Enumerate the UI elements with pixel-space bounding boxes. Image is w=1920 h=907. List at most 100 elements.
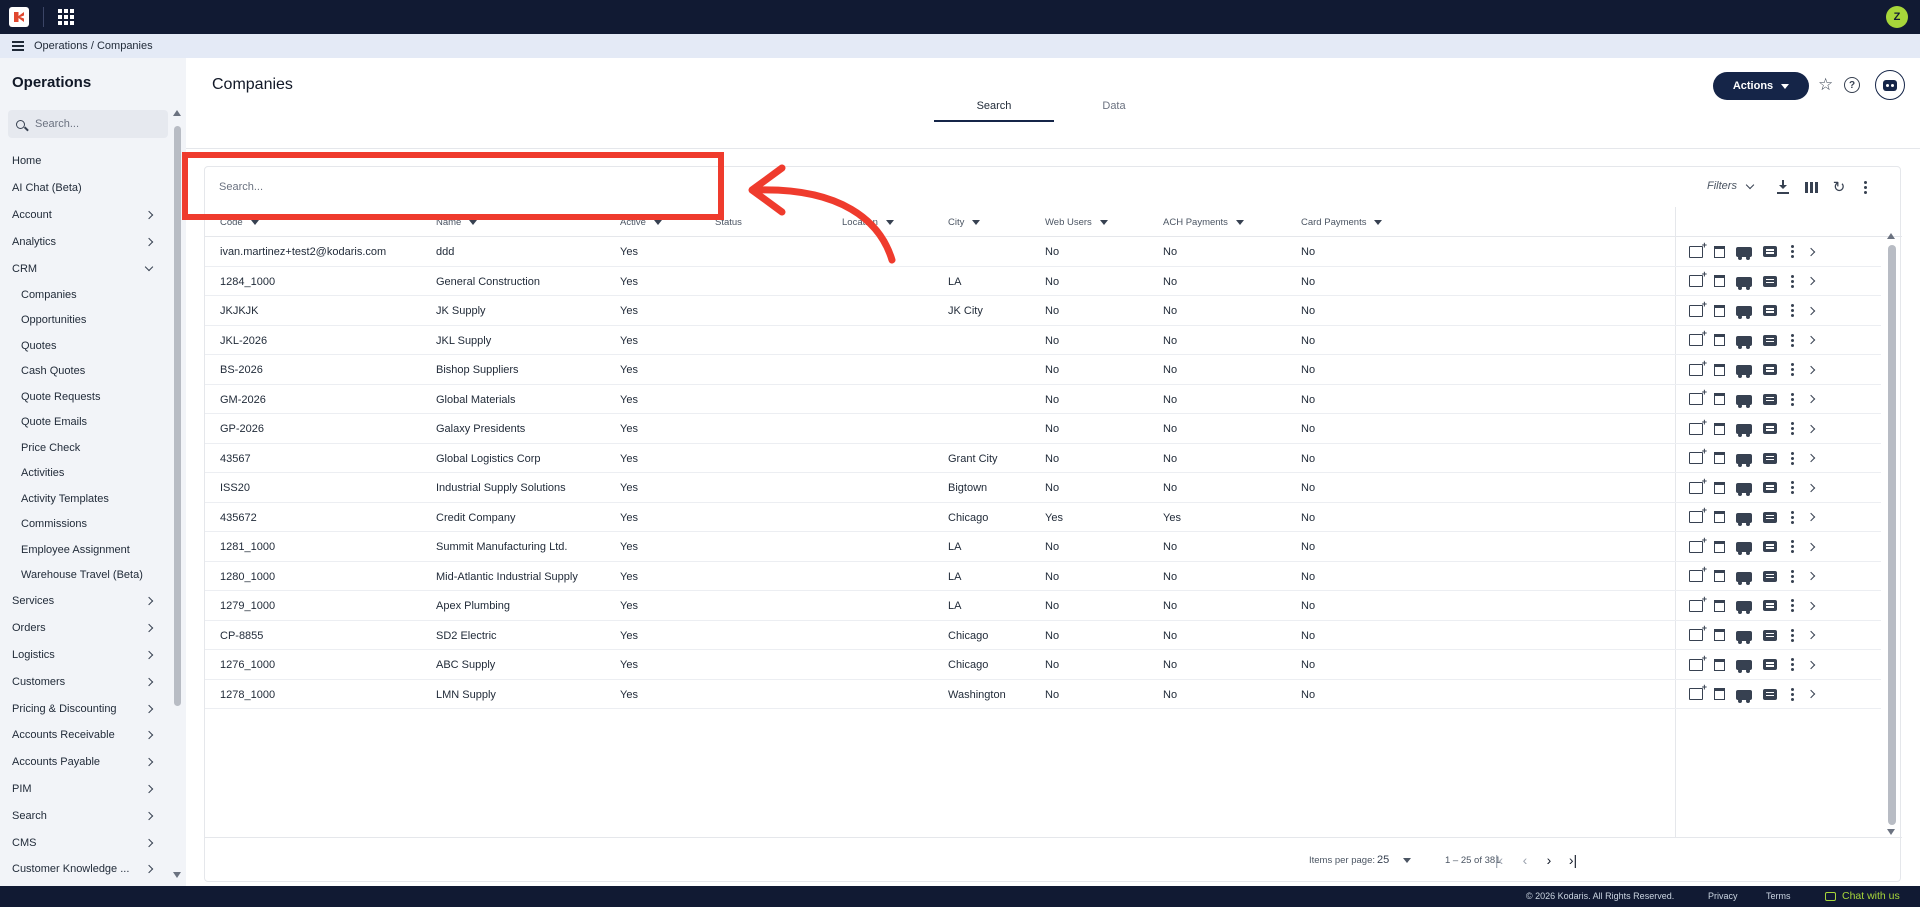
page-size-select[interactable]: 25: [1377, 854, 1412, 866]
comment-icon[interactable]: [1763, 364, 1777, 375]
chevron-right-icon[interactable]: [1806, 512, 1816, 522]
tab-data[interactable]: Data: [1054, 96, 1174, 122]
add-document-icon[interactable]: [1689, 564, 1707, 582]
chevron-right-icon[interactable]: [1806, 542, 1816, 551]
more-vert-icon[interactable]: [1788, 392, 1796, 407]
add-document-icon[interactable]: [1689, 535, 1707, 553]
add-document-icon[interactable]: [1689, 240, 1707, 258]
table-row[interactable]: 1276_1000 ABC Supply Yes Chicago No No No: [205, 650, 1881, 680]
sidebar-item[interactable]: Orders: [0, 615, 170, 642]
comment-icon[interactable]: [1763, 275, 1777, 287]
chevron-right-icon[interactable]: [1806, 571, 1816, 581]
clipboard-icon[interactable]: [1714, 481, 1725, 494]
table-row[interactable]: GP-2026 Galaxy Presidents Yes No No No: [205, 414, 1881, 444]
more-vert-icon[interactable]: [1788, 244, 1796, 259]
grid-scrollbar[interactable]: [1887, 233, 1897, 835]
sidebar-item[interactable]: PIM: [0, 776, 170, 803]
table-row[interactable]: JKJKJK JK Supply Yes JK City No No No: [205, 296, 1881, 326]
chevron-right-icon[interactable]: [1806, 453, 1816, 463]
comment-icon[interactable]: [1763, 452, 1777, 464]
table-row[interactable]: GM-2026 Global Materials Yes No No No: [205, 385, 1881, 414]
table-row[interactable]: 43567 Global Logistics Corp Yes Grant City N…: [205, 444, 1881, 473]
truck-icon[interactable]: [1736, 306, 1752, 319]
table-row[interactable]: 1284_1000 General Construction Yes LA No No No: [205, 267, 1881, 296]
columns-icon[interactable]: [1803, 179, 1819, 195]
chevron-right-icon[interactable]: [1806, 424, 1816, 433]
more-vert-icon[interactable]: [1788, 451, 1796, 466]
comment-icon[interactable]: [1763, 511, 1777, 523]
star-outline-icon[interactable]: ☆: [1818, 76, 1833, 94]
comment-icon[interactable]: [1763, 659, 1777, 670]
scroll-down-icon[interactable]: [1887, 829, 1895, 835]
sidebar-item[interactable]: Accounts Payable: [0, 749, 170, 776]
sidebar-scroll-thumb[interactable]: [174, 126, 181, 706]
sidebar-item[interactable]: Search: [0, 802, 170, 829]
sidebar-item[interactable]: Employee Assignment: [0, 537, 170, 563]
truck-icon[interactable]: [1736, 453, 1752, 467]
clipboard-icon[interactable]: [1714, 540, 1725, 553]
sidebar-item[interactable]: Quotes: [0, 333, 170, 359]
sidebar-item[interactable]: Account: [0, 202, 170, 229]
grid-search-input[interactable]: [215, 171, 615, 203]
scroll-down-icon[interactable]: [173, 872, 181, 878]
more-vert-icon[interactable]: [1788, 687, 1796, 702]
sidebar-item[interactable]: Services: [0, 588, 170, 615]
tab-search[interactable]: Search: [934, 96, 1054, 122]
column-header[interactable]: Location: [842, 217, 894, 228]
sidebar-item[interactable]: Pricing & Discounting: [0, 695, 170, 722]
sidebar-item[interactable]: Logistics: [0, 642, 170, 669]
sidebar-item[interactable]: Analytics: [0, 228, 170, 255]
chevron-right-icon[interactable]: [1806, 660, 1816, 669]
more-vert-icon[interactable]: [1788, 569, 1796, 584]
truck-icon[interactable]: [1736, 247, 1752, 260]
table-row[interactable]: JKL-2026 JKL Supply Yes No No No: [205, 326, 1881, 355]
more-vert-icon[interactable]: [1788, 480, 1796, 495]
menu-icon[interactable]: [12, 41, 24, 51]
comment-icon[interactable]: [1763, 334, 1777, 346]
truck-icon[interactable]: [1736, 424, 1752, 437]
truck-icon[interactable]: [1736, 335, 1752, 349]
table-row[interactable]: ivan.martinez+test2@kodaris.com ddd Yes No N…: [205, 237, 1881, 267]
add-document-icon[interactable]: [1689, 476, 1707, 494]
chevron-right-icon[interactable]: [1806, 689, 1816, 699]
add-document-icon[interactable]: [1689, 358, 1707, 376]
sidebar-search-input[interactable]: Search...: [8, 110, 168, 138]
clipboard-icon[interactable]: [1714, 245, 1725, 258]
sidebar-item[interactable]: Accounts Receivable: [0, 722, 170, 749]
sidebar-item[interactable]: Warehouse Travel (Beta): [0, 562, 170, 588]
clipboard-icon[interactable]: [1714, 422, 1725, 435]
truck-icon[interactable]: [1736, 571, 1752, 585]
add-document-icon[interactable]: [1689, 505, 1707, 523]
footer-privacy-link[interactable]: Privacy: [1708, 891, 1738, 901]
chevron-right-icon[interactable]: [1806, 394, 1816, 404]
more-vert-icon[interactable]: [1788, 333, 1796, 348]
comment-icon[interactable]: [1763, 600, 1777, 611]
table-row[interactable]: CP-8855 SD2 Electric Yes Chicago No No No: [205, 621, 1881, 650]
more-vert-icon[interactable]: [1788, 657, 1796, 672]
truck-icon[interactable]: [1736, 512, 1752, 526]
grid-scroll-thumb[interactable]: [1888, 245, 1896, 825]
table-row[interactable]: 1281_1000 Summit Manufacturing Ltd. Yes LA N…: [205, 532, 1881, 562]
chevron-right-icon[interactable]: [1806, 306, 1816, 315]
app-grid-icon[interactable]: [58, 9, 74, 25]
filters-dropdown[interactable]: Filters: [1707, 180, 1755, 192]
truck-icon[interactable]: [1736, 689, 1752, 703]
clipboard-icon[interactable]: [1714, 334, 1725, 346]
sidebar-item[interactable]: CMS: [0, 829, 170, 856]
sidebar-item[interactable]: Customer Knowledge ...: [0, 856, 170, 883]
sidebar-scrollbar[interactable]: [173, 110, 181, 878]
add-document-icon[interactable]: [1689, 594, 1707, 612]
table-row[interactable]: 435672 Credit Company Yes Chicago Yes Yes No: [205, 503, 1881, 532]
sidebar-item[interactable]: Activities: [0, 460, 170, 486]
kodaris-logo-icon[interactable]: [9, 7, 29, 27]
next-page-icon[interactable]: ›: [1541, 852, 1557, 868]
truck-icon[interactable]: [1736, 601, 1752, 614]
column-header[interactable]: City: [948, 217, 981, 228]
clipboard-icon[interactable]: [1714, 570, 1725, 582]
comment-icon[interactable]: [1763, 629, 1777, 641]
table-row[interactable]: ISS20 Industrial Supply Solutions Yes Bigto…: [205, 473, 1881, 503]
add-document-icon[interactable]: [1689, 446, 1707, 464]
truck-icon[interactable]: [1736, 542, 1752, 555]
clipboard-icon[interactable]: [1714, 393, 1725, 405]
clipboard-icon[interactable]: [1714, 511, 1725, 523]
